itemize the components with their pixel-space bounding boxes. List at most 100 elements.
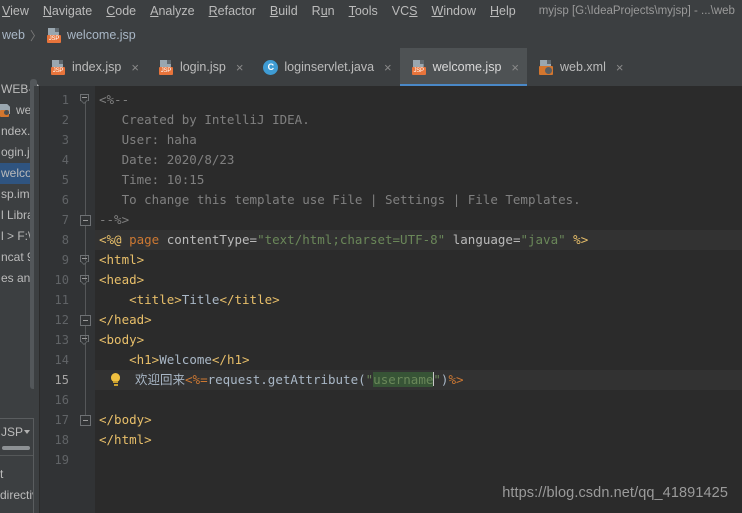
- code-folding-bar[interactable]: [79, 90, 93, 510]
- tab-web-xml[interactable]: web.xml ×: [527, 48, 631, 86]
- menu-item-code[interactable]: Code: [99, 0, 143, 22]
- editor-tab-bar: JSP index.jsp × JSP login.jsp × C logins…: [0, 48, 742, 86]
- fold-toggle-line-1[interactable]: [80, 94, 91, 105]
- breadcrumb-file[interactable]: welcome.jsp: [62, 28, 136, 42]
- line-number: 8: [61, 233, 69, 247]
- tab-loginservlet-java[interactable]: C loginservlet.java ×: [251, 48, 399, 86]
- autocomplete-list[interactable]: t directiv express: [0, 464, 33, 513]
- code-text: </body>: [99, 412, 152, 427]
- jsp-file-icon: JSP: [46, 27, 62, 43]
- tab-label: loginservlet.java: [284, 60, 375, 74]
- chevron-down-icon[interactable]: [24, 430, 30, 434]
- line-number: 11: [54, 293, 69, 307]
- menu-item-run[interactable]: Run: [305, 0, 342, 22]
- code-line-15[interactable]: 欢迎回来<%=request.getAttribute("username")%…: [95, 370, 742, 390]
- tree-node-label: sp.iml: [1, 187, 33, 201]
- code-text: <%@: [99, 232, 130, 247]
- line-number: 1: [61, 93, 69, 107]
- code-line-4[interactable]: Date: 2020/8/23: [95, 150, 742, 170]
- code-line-6[interactable]: To change this template use File | Setti…: [95, 190, 742, 210]
- autocomplete-popup[interactable]: JSP t directiv express: [0, 418, 34, 513]
- close-icon[interactable]: ×: [131, 61, 139, 74]
- tree-node-label: l Libra: [1, 208, 34, 222]
- menu-item-help[interactable]: Help: [483, 0, 523, 22]
- fold-toggle-line-13[interactable]: [80, 335, 91, 346]
- tree-node-label: l > F:\: [1, 229, 32, 243]
- breadcrumb: web 〉 JSP welcome.jsp: [0, 22, 742, 48]
- menu-item-navigate[interactable]: Navigate: [36, 0, 99, 22]
- menu-item-tools[interactable]: Tools: [342, 0, 385, 22]
- fold-toggle-line-17[interactable]: [80, 415, 91, 426]
- code-line-10[interactable]: <head>: [95, 270, 742, 290]
- code-line-7[interactable]: --%>: [95, 210, 742, 230]
- line-number: 7: [61, 213, 69, 227]
- breadcrumb-parent[interactable]: web: [0, 28, 25, 42]
- line-number: 17: [54, 413, 69, 427]
- code-text: language=: [445, 232, 521, 247]
- code-text: Date: 2020/8/23: [99, 152, 235, 167]
- tab-label: welcome.jsp: [432, 60, 502, 74]
- close-icon[interactable]: ×: [384, 61, 392, 74]
- code-line-14[interactable]: <h1>Welcome</h1>: [95, 350, 742, 370]
- menu-item-view[interactable]: View: [0, 0, 36, 22]
- intention-bulb-icon[interactable]: [109, 373, 122, 387]
- code-text: Welcome: [159, 352, 212, 367]
- code-text: <h1>: [129, 352, 160, 367]
- menu-item-refactor[interactable]: Refactor: [202, 0, 263, 22]
- tab-index-jsp[interactable]: JSP index.jsp ×: [39, 48, 147, 86]
- code-line-1[interactable]: <%--: [95, 90, 742, 110]
- code-text-chinese: 欢迎回来: [135, 372, 186, 387]
- tab-login-jsp[interactable]: JSP login.jsp ×: [147, 48, 251, 86]
- tab-welcome-jsp[interactable]: JSP welcome.jsp ×: [399, 48, 528, 86]
- fold-toggle-line-12[interactable]: [80, 315, 91, 326]
- code-line-17[interactable]: </body>: [95, 410, 742, 430]
- code-text: <%--: [99, 92, 130, 107]
- menu-item-build[interactable]: Build: [263, 0, 305, 22]
- code-line-16[interactable]: [95, 390, 742, 410]
- code-line-5[interactable]: Time: 10:15: [95, 170, 742, 190]
- code-line-8[interactable]: <%@ page contentType="text/html;charset=…: [95, 230, 742, 250]
- autocomplete-header[interactable]: JSP: [0, 419, 33, 444]
- java-class-icon: C: [263, 59, 279, 75]
- watermark-text: https://blog.csdn.net/qq_41891425: [502, 485, 728, 501]
- code-text: %>: [448, 372, 464, 387]
- code-line-9[interactable]: <html>: [95, 250, 742, 270]
- menu-item-window[interactable]: Window: [425, 0, 483, 22]
- code-text: </html>: [99, 432, 152, 447]
- menu-item-vcs[interactable]: VCS: [385, 0, 425, 22]
- code-line-18[interactable]: </html>: [95, 430, 742, 450]
- autocomplete-item[interactable]: directiv: [0, 485, 33, 506]
- close-icon[interactable]: ×: [511, 61, 519, 74]
- code-line-3[interactable]: User: haha: [95, 130, 742, 150]
- line-number-column: 1 2 3 4 5 6 7 8 9 10 11 12 13 14 15 16 1…: [55, 90, 69, 470]
- tab-label: login.jsp: [179, 60, 226, 74]
- code-line-11[interactable]: <title>Title</title>: [95, 290, 742, 310]
- code-line-13[interactable]: <body>: [95, 330, 742, 350]
- autocomplete-header-label: JSP: [1, 424, 24, 439]
- tab-label: index.jsp: [72, 60, 122, 74]
- code-line-2[interactable]: Created by IntelliJ IDEA.: [95, 110, 742, 130]
- close-icon[interactable]: ×: [616, 61, 624, 74]
- fold-toggle-line-9[interactable]: [80, 255, 91, 266]
- line-number: 12: [54, 313, 69, 327]
- line-number: 10: [54, 273, 69, 287]
- line-number-current: 15: [54, 373, 69, 387]
- code-line-12[interactable]: </head>: [95, 310, 742, 330]
- line-number: 14: [54, 353, 69, 367]
- menu-item-analyze[interactable]: Analyze: [143, 0, 201, 22]
- autocomplete-item[interactable]: express: [0, 506, 33, 513]
- line-number: 18: [54, 433, 69, 447]
- code-editor[interactable]: 1 2 3 4 5 6 7 8 9 10 11 12 13 14 15 16 1…: [0, 86, 742, 513]
- code-text-area[interactable]: <%-- Created by IntelliJ IDEA. User: hah…: [95, 90, 742, 513]
- autocomplete-item[interactable]: t: [0, 464, 33, 485]
- code-line-19[interactable]: [95, 450, 742, 470]
- fold-toggle-line-7[interactable]: [80, 215, 91, 226]
- code-text: request.getAttribute(: [207, 372, 366, 387]
- autocomplete-divider: [0, 455, 33, 456]
- code-text: contentType=: [159, 232, 258, 247]
- line-number: 13: [54, 333, 69, 347]
- close-icon[interactable]: ×: [236, 61, 244, 74]
- code-text: "text/html;charset=UTF-8": [257, 232, 446, 247]
- fold-toggle-line-10[interactable]: [80, 275, 91, 286]
- code-text: <head>: [99, 272, 145, 287]
